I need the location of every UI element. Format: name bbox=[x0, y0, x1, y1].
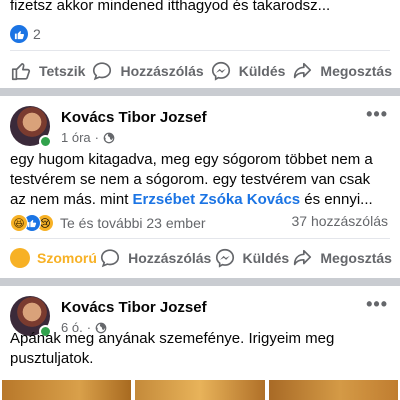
comment-button[interactable]: Hozzászólás bbox=[91, 60, 204, 82]
comment-icon bbox=[101, 249, 120, 268]
comment-label: Hozzászólás bbox=[120, 63, 204, 79]
author-name[interactable]: Kovács Tibor Jozsef bbox=[61, 298, 366, 317]
thumbs-up-icon bbox=[11, 63, 31, 81]
more-options-icon[interactable]: ••• bbox=[366, 294, 388, 315]
share-button[interactable]: Megosztás bbox=[291, 60, 392, 82]
comment-label: Hozzászólás bbox=[128, 250, 212, 266]
reactions-row[interactable]: 😆 😢 Te és további 23 ember bbox=[10, 211, 206, 235]
comments-count[interactable]: 37 hozzászólás bbox=[291, 213, 388, 229]
reactions-summary: Te és további 23 ember bbox=[60, 215, 206, 231]
reaction-label: Szomorú bbox=[37, 250, 97, 266]
post-actions: Tetszik Hozzászólás Küldés Megosztás bbox=[0, 51, 400, 91]
post-meta: 1 óra · bbox=[61, 130, 366, 145]
sad-face-icon: 😢 bbox=[10, 248, 30, 268]
share-label: Megosztás bbox=[320, 250, 392, 266]
post-text: Apának meg anyának szemefénye. Irigyeim … bbox=[10, 330, 335, 367]
separator-dot: · bbox=[94, 130, 99, 145]
post-card-2: Kovács Tibor Jozsef 1 óra · ••• egy hugo… bbox=[0, 96, 400, 278]
post-card-1: fizetsz akkor mindened itthagyod és taka… bbox=[0, 0, 400, 88]
reaction-count: 2 bbox=[33, 26, 41, 42]
send-label: Küldés bbox=[242, 250, 290, 266]
post-text: egy hugom kitagadva, meg egy sógorom töb… bbox=[10, 150, 388, 210]
share-button[interactable]: Megosztás bbox=[291, 247, 392, 269]
post-actions: 😢 Szomorú Hozzászólás Küldés Megosztás bbox=[0, 238, 400, 278]
send-button[interactable]: Küldés bbox=[214, 247, 290, 269]
share-label: Megosztás bbox=[320, 63, 392, 79]
share-icon bbox=[294, 62, 312, 79]
messenger-icon bbox=[211, 61, 230, 81]
mention-link[interactable]: Erzsébet Zsóka Kovács bbox=[133, 191, 301, 208]
photo-thumbnail[interactable] bbox=[268, 380, 398, 400]
reactions-row[interactable]: 2 bbox=[10, 22, 41, 46]
send-button[interactable]: Küldés bbox=[210, 60, 286, 82]
post-text: fizetsz akkor mindened itthagyod és taka… bbox=[10, 0, 331, 14]
post-card-3: Kovács Tibor Jozsef 6 ó. · ••• Apának me… bbox=[0, 286, 400, 400]
messenger-icon bbox=[215, 248, 234, 268]
author-avatar[interactable] bbox=[10, 106, 52, 148]
photo-thumbnail[interactable] bbox=[2, 380, 132, 400]
like-reaction-icon bbox=[10, 25, 28, 43]
more-options-icon[interactable]: ••• bbox=[366, 104, 388, 125]
post-text-part: és ennyi... bbox=[300, 191, 373, 208]
like-button[interactable]: Tetszik bbox=[10, 60, 85, 82]
online-status-dot bbox=[39, 135, 52, 148]
haha-reaction-icon: 😆 bbox=[10, 214, 28, 232]
comment-icon bbox=[93, 62, 112, 81]
post-time[interactable]: 1 óra bbox=[61, 130, 91, 145]
like-label: Tetszik bbox=[39, 63, 86, 79]
photo-thumbnail[interactable] bbox=[135, 380, 265, 400]
comment-button[interactable]: Hozzászólás bbox=[99, 247, 211, 269]
post-header: Kovács Tibor Jozsef 1 óra · ••• bbox=[0, 96, 400, 152]
share-icon bbox=[294, 249, 312, 266]
author-name[interactable]: Kovács Tibor Jozsef bbox=[61, 108, 366, 127]
globe-icon bbox=[103, 132, 115, 143]
reaction-button[interactable]: 😢 Szomorú bbox=[10, 248, 97, 268]
send-label: Küldés bbox=[238, 63, 286, 79]
photo-grid bbox=[0, 380, 400, 400]
